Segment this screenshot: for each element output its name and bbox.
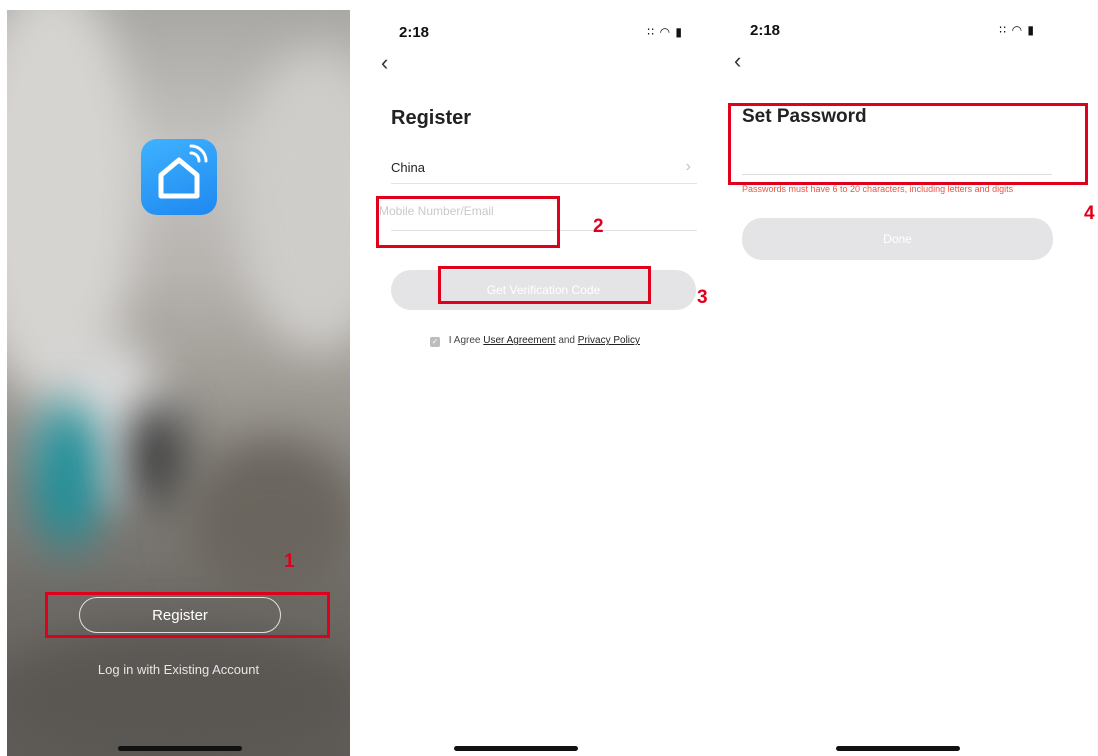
- status-bar-icons: ∶∶ ◠ ▮: [647, 25, 683, 39]
- annotation-box-2: [376, 196, 560, 248]
- agree-and: and: [558, 335, 575, 346]
- home-indicator[interactable]: [836, 746, 960, 751]
- status-time: 2:18: [750, 22, 781, 39]
- app-logo-icon: [141, 139, 217, 215]
- page-title: Register: [391, 107, 472, 129]
- status-time: 2:18: [399, 24, 430, 41]
- welcome-screen: Register Log in with Existing Account: [7, 10, 350, 756]
- agree-prefix: I Agree: [448, 335, 481, 346]
- chevron-right-icon: ›: [685, 158, 691, 175]
- password-hint: Passwords must have 6 to 20 characters, …: [742, 184, 1014, 194]
- home-indicator[interactable]: [118, 746, 242, 751]
- annotation-number-4: 4: [1084, 203, 1095, 224]
- login-existing-link[interactable]: Log in with Existing Account: [7, 662, 350, 677]
- home-indicator[interactable]: [454, 746, 578, 751]
- back-chevron-icon[interactable]: ‹: [734, 48, 741, 74]
- annotation-number-1: 1: [284, 551, 295, 572]
- annotation-box-3: [438, 266, 651, 304]
- privacy-policy-link[interactable]: Privacy Policy: [578, 335, 640, 346]
- annotation-box-4: [728, 103, 1088, 185]
- agreement-row: ✓ I Agree User Agreement and Privacy Pol…: [430, 335, 640, 347]
- agree-checkbox[interactable]: ✓: [430, 337, 440, 347]
- divider: [391, 183, 697, 184]
- user-agreement-link[interactable]: User Agreement: [483, 335, 555, 346]
- annotation-number-2: 2: [593, 216, 604, 237]
- annotation-number-3: 3: [697, 287, 708, 308]
- country-value: China: [391, 160, 425, 175]
- back-chevron-icon[interactable]: ‹: [381, 50, 388, 76]
- annotation-box-1: [45, 592, 330, 638]
- status-bar-icons: ∶∶ ◠ ▮: [999, 23, 1035, 37]
- register-screen: 2:18 ∶∶ ◠ ▮ ‹ Register China › Mobile Nu…: [362, 10, 707, 756]
- done-button[interactable]: Done: [742, 218, 1053, 260]
